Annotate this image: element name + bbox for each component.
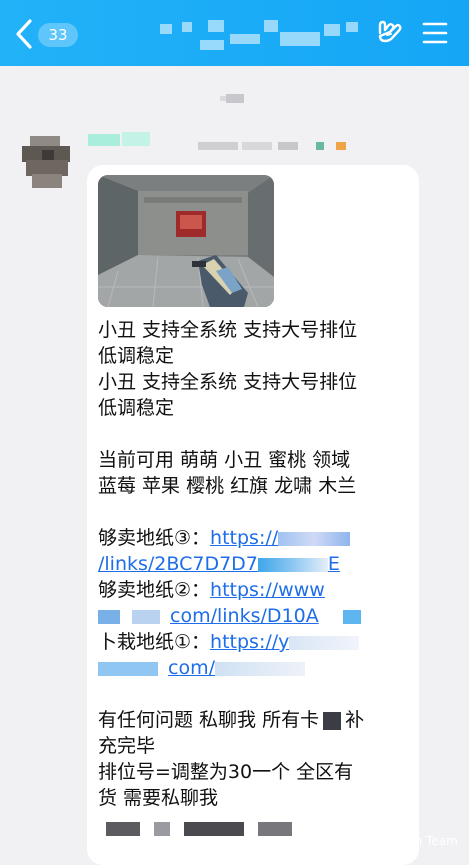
text-line: 低调稳定 <box>98 397 175 419</box>
text-line: 低调稳定 <box>98 345 175 367</box>
download-link-3-cont: /links/2BC7D7D7 E <box>98 551 408 577</box>
message-bubble[interactable]: 小丑 支持全系统 支持大号排位 低调稳定 小丑 支持全系统 支持大号排位 低调稳… <box>87 165 419 865</box>
sender-avatar[interactable] <box>20 130 74 192</box>
text-fragment: 有任何问题 私聊我 所有卡 <box>98 709 320 731</box>
redacted-block <box>323 711 342 730</box>
link-label: 够卖地纸③： <box>98 527 211 549</box>
redacted-block <box>132 609 160 624</box>
text-line: 充完毕 <box>98 735 156 757</box>
text-line: 货 需要私聊我 <box>98 787 219 809</box>
message-text: 小丑 支持全系统 支持大号排位 低调稳定 小丑 支持全系统 支持大号排位 低调稳… <box>98 317 408 837</box>
download-link-3: 够卖地纸③：https:// <box>98 525 408 551</box>
link-url[interactable]: /links/2BC7D7D7 <box>98 553 258 575</box>
redacted-block <box>214 661 305 676</box>
sender-name-redacted <box>88 132 348 154</box>
hamburger-menu-icon[interactable] <box>422 21 448 45</box>
redacted-block <box>257 557 328 572</box>
text-fragment: 补 <box>345 709 365 731</box>
watermark: Admin Team <box>366 831 466 851</box>
watermark-text: Admin Team <box>384 834 458 848</box>
text-line: 蓝莓 苹果 樱桃 红旗 龙啸 木兰 <box>98 475 357 497</box>
redacted-block <box>342 609 361 624</box>
back-button[interactable] <box>12 17 36 51</box>
unread-count-badge[interactable]: 33 <box>38 23 78 47</box>
redacted-block <box>184 821 244 836</box>
text-line: 有任何问题 私聊我 所有卡 补 <box>98 707 408 733</box>
redacted-block <box>98 609 120 624</box>
text-line: 小丑 支持全系统 支持大号排位 <box>98 319 358 341</box>
download-link-2-cont: com/links/D10A <box>98 603 408 629</box>
chevron-left-icon <box>16 19 32 49</box>
chat-header: 33 <box>0 0 469 66</box>
download-link-1: 卜栽地纸①：https://y <box>98 629 408 655</box>
link-label: 够卖地纸②： <box>98 579 211 601</box>
hand-gesture-icon[interactable] <box>374 18 404 48</box>
link-url[interactable]: https://www <box>210 579 325 601</box>
redacted-line <box>98 811 408 837</box>
redacted-block <box>258 821 292 836</box>
link-url[interactable]: com/ <box>168 657 215 679</box>
download-link-2: 够卖地纸②：https://www <box>98 577 408 603</box>
link-url-tail[interactable]: E <box>328 553 340 575</box>
wechat-icon <box>366 834 380 847</box>
redacted-block <box>289 635 360 650</box>
redacted-block <box>278 531 351 546</box>
link-label: 卜栽地纸①： <box>98 631 211 653</box>
link-url[interactable]: https:// <box>210 527 278 549</box>
game-screenshot-image[interactable] <box>98 175 274 307</box>
text-line: 当前可用 萌萌 小丑 蜜桃 领域 <box>98 449 351 471</box>
link-url[interactable]: https://y <box>210 631 289 653</box>
text-line: 小丑 支持全系统 支持大号排位 <box>98 371 358 393</box>
redacted-block <box>106 821 140 836</box>
redacted-block <box>154 821 170 836</box>
download-link-1-cont: com/ <box>98 655 408 681</box>
timestamp-redacted <box>220 94 244 103</box>
redacted-block <box>98 661 158 676</box>
chat-title <box>160 16 370 56</box>
link-url[interactable]: com/links/D10A <box>170 605 319 627</box>
text-line: 排位号=调整为30一个 全区有 <box>98 761 354 783</box>
